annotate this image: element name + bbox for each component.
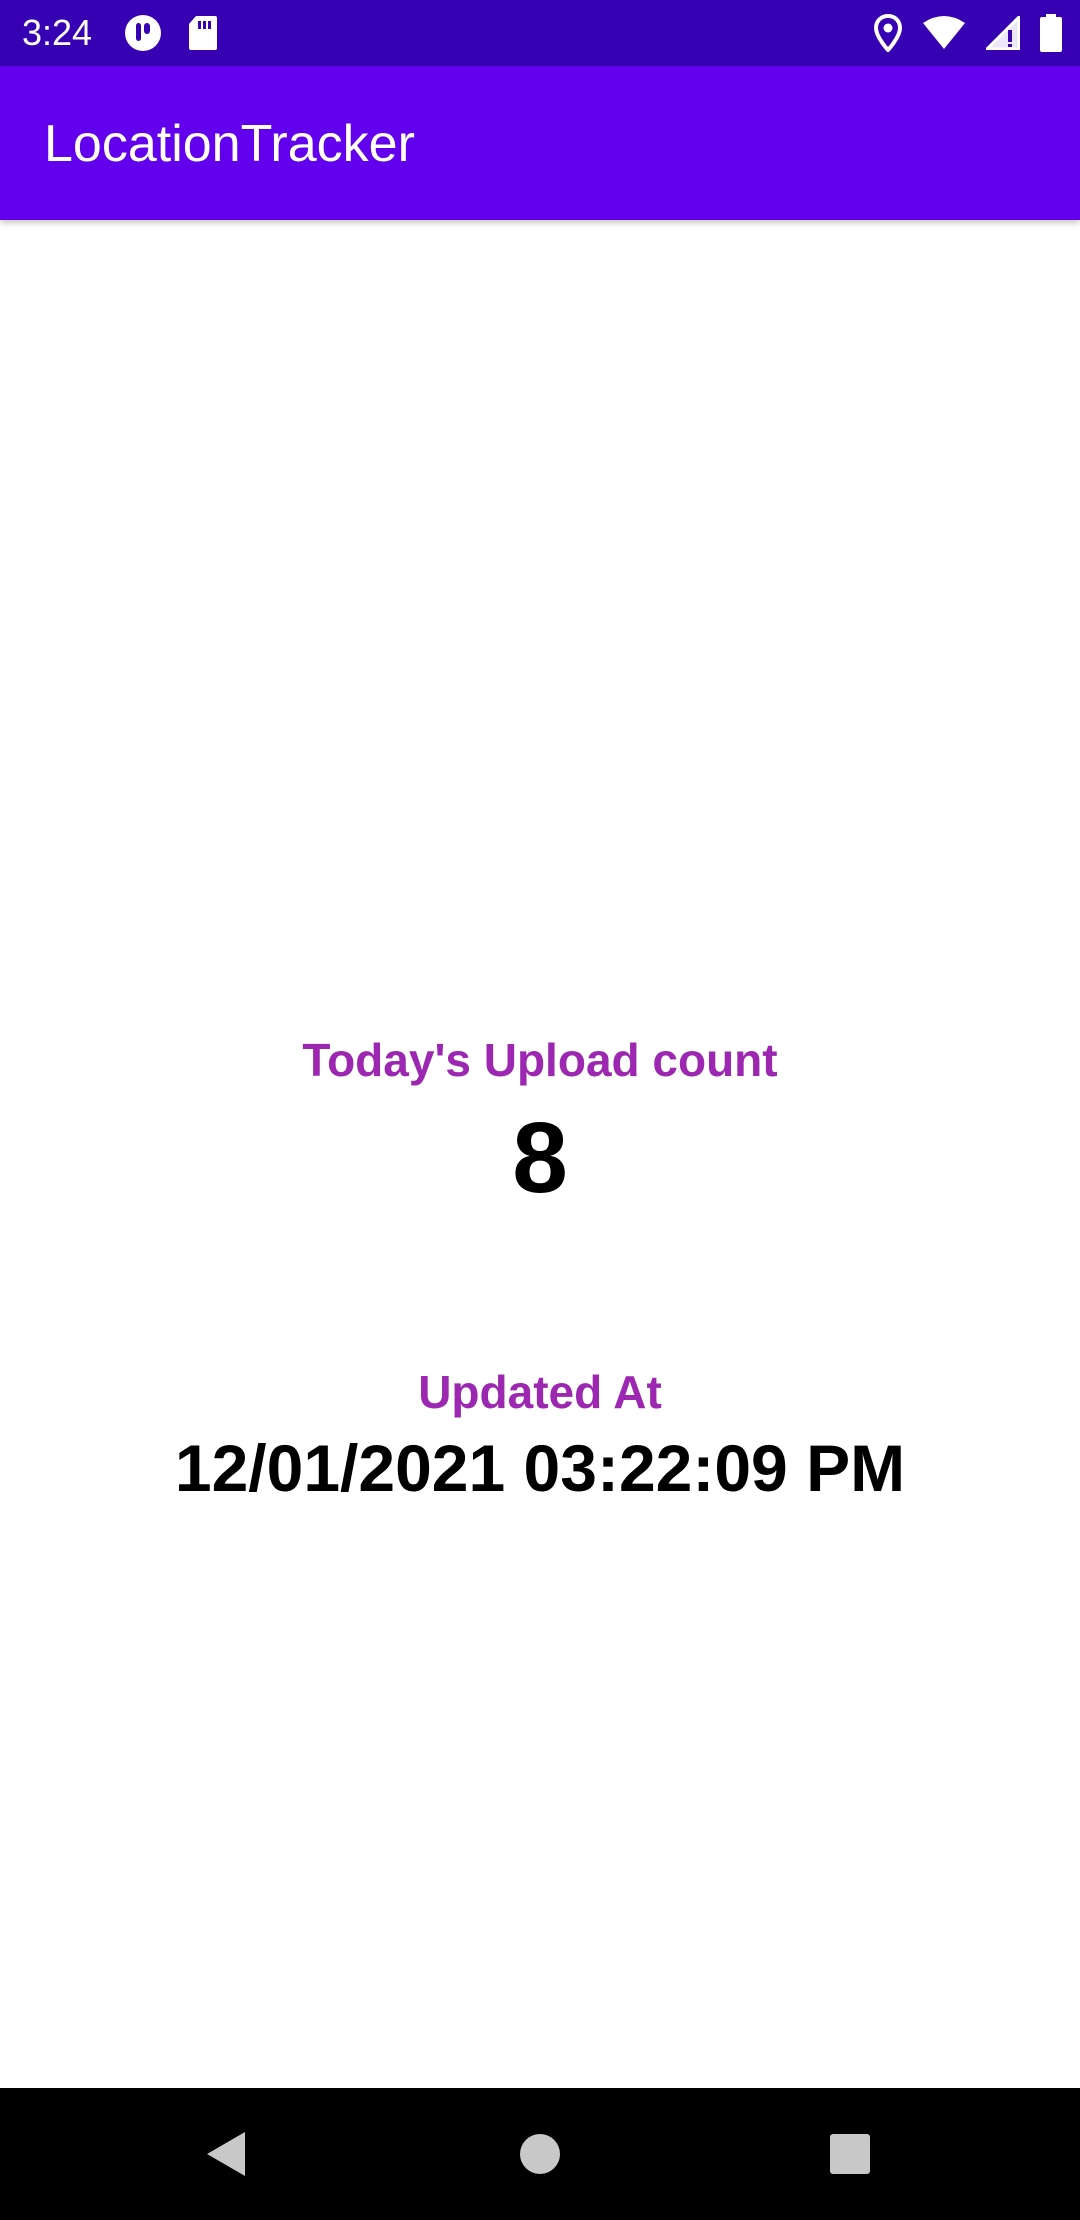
home-icon [519,2133,561,2175]
status-bar: 3:24 [0,0,1080,66]
battery-icon [1040,14,1062,52]
app-title: LocationTracker [44,115,415,173]
location-icon [874,14,902,52]
cellular-signal-icon [986,16,1020,50]
status-left-icons [124,13,218,53]
sd-card-icon [188,15,218,51]
updated-at-label: Updated At [418,1366,662,1418]
upload-count-value: 8 [512,1102,568,1214]
back-button[interactable] [190,2118,262,2190]
navigation-bar [0,2088,1080,2220]
screen: 3:24 LocationTracker Today's Upload coun… [0,0,1080,2220]
status-time: 3:24 [22,12,93,53]
status-right-icons [874,13,1062,53]
updated-at-value: 12/01/2021 03:22:09 PM [174,1431,906,1505]
main-content: Today's Upload count 8 Updated At 12/01/… [0,220,1080,2088]
recents-icon [829,2133,871,2175]
recents-button[interactable] [814,2118,886,2190]
wifi-icon [922,15,966,51]
back-icon [205,2130,247,2178]
upload-count-label: Today's Upload count [302,1034,778,1086]
podcast-app-icon [124,14,162,52]
home-button[interactable] [504,2118,576,2190]
app-bar: LocationTracker [0,66,1080,220]
